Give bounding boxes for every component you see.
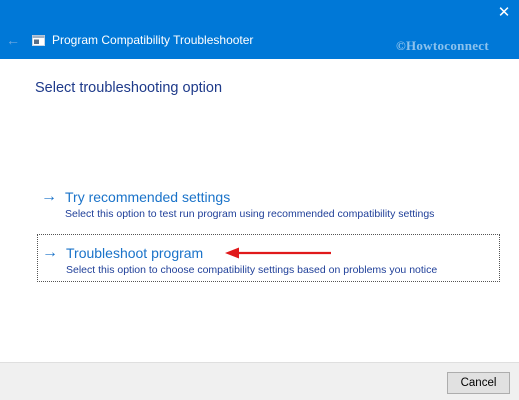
option-description: Select this option to test run program u…: [65, 208, 435, 220]
back-arrow-icon: ←: [6, 32, 20, 48]
option-title: Troubleshoot program: [66, 245, 204, 261]
close-button[interactable]: ✕: [489, 0, 519, 26]
option-try-recommended-settings[interactable]: → Try recommended settings Select this o…: [37, 184, 500, 232]
close-icon: ✕: [497, 4, 511, 21]
option-title: Try recommended settings: [65, 189, 231, 205]
page-heading: Select troubleshooting option: [35, 80, 223, 96]
back-button[interactable]: ←: [4, 31, 22, 49]
watermark-text: ©Howtoconnect: [395, 38, 489, 53]
title-bar: ✕ ← Program Compatibility Troubleshooter…: [0, 0, 519, 59]
footer-bar: Cancel: [0, 362, 519, 400]
arrow-right-icon: →: [42, 244, 58, 261]
option-description: Select this option to choose compatibili…: [66, 264, 438, 276]
cancel-button[interactable]: Cancel: [447, 372, 510, 394]
arrow-right-icon: →: [41, 188, 57, 205]
window-title: Program Compatibility Troubleshooter: [52, 33, 254, 47]
troubleshooter-app-icon: [32, 35, 45, 46]
red-annotation-arrow-icon: [225, 247, 331, 259]
